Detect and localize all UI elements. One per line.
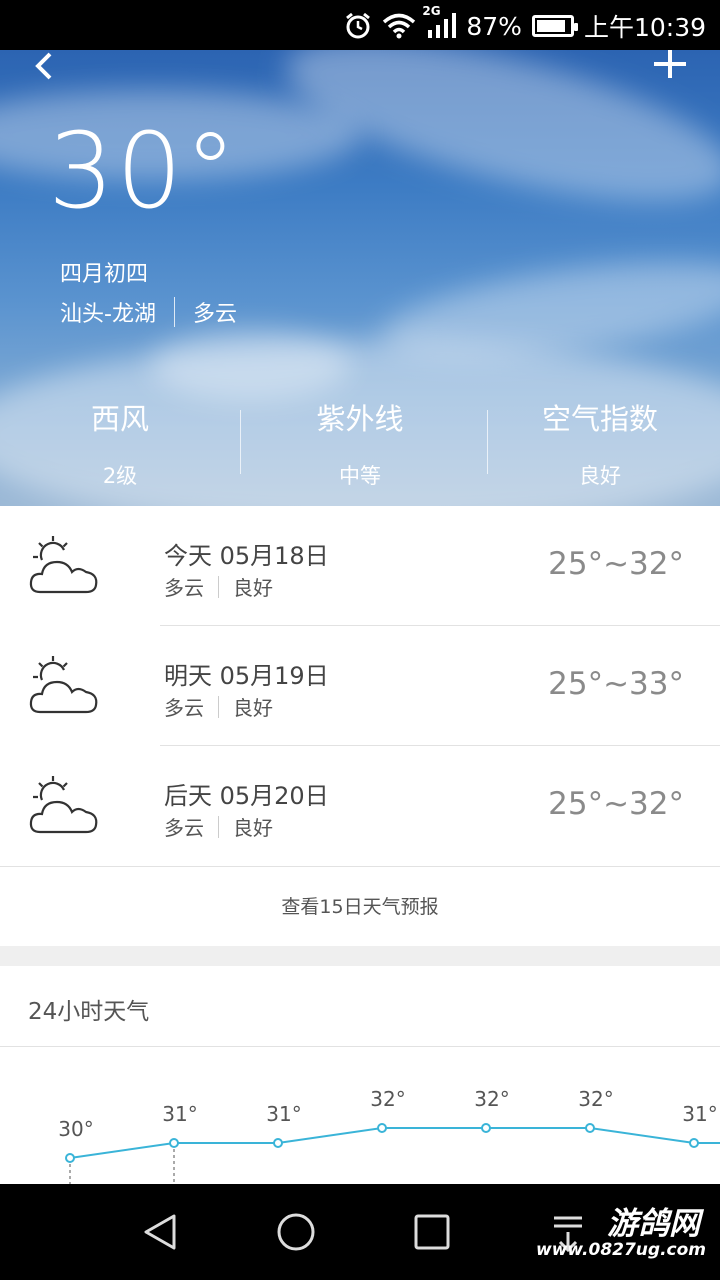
battery-icon	[531, 15, 578, 37]
hourly-temperature-chart[interactable]: 30° 31° 31° 32° 32° 32° 31°	[0, 966, 720, 1184]
forecast-temp-range: 25°~32°	[548, 786, 684, 822]
metric-label: 紫外线	[316, 402, 404, 436]
metric-value: 2级	[102, 464, 138, 488]
battery-percent: 87%	[466, 11, 522, 41]
circle-home-icon	[277, 1213, 315, 1251]
navigation-bar: 游鸽网 www.0827ug.com	[0, 1184, 720, 1280]
temperature-label: 31°	[682, 1102, 717, 1126]
forecast-condition: 多云	[164, 696, 204, 720]
temperature-label: 30°	[58, 1117, 93, 1141]
network-type: 2G	[422, 4, 441, 18]
clock: 上午10:39	[583, 13, 706, 42]
square-recents-icon	[414, 1214, 450, 1250]
forecast-temp-range: 25°~33°	[548, 666, 684, 702]
location-name[interactable]: 汕头-龙湖	[60, 296, 156, 328]
forecast-details: 多云 良好	[164, 572, 273, 601]
nav-home-button[interactable]	[274, 1210, 318, 1254]
status-bar: 2G 87% 上午10:39	[0, 0, 720, 50]
temperature-label: 31°	[266, 1102, 301, 1126]
metric-uv[interactable]: 紫外线 中等	[240, 390, 480, 488]
temperature-label: 32°	[474, 1087, 509, 1111]
add-city-button[interactable]	[650, 50, 690, 90]
weather-hero: 30° 四月初四 汕头-龙湖 多云 西风 2级 紫外线 中等 空气指数 良好	[0, 50, 720, 506]
battery-fill	[536, 20, 565, 32]
divider	[218, 575, 219, 598]
temperature-label: 32°	[578, 1087, 613, 1111]
forecast-air: 良好	[233, 696, 273, 720]
forecast-condition: 多云	[164, 576, 204, 600]
forecast-date: 明天 05月19日	[164, 662, 329, 690]
status-icons: 2G 87% 上午10:39	[344, 4, 706, 46]
temperature-label: 32°	[370, 1087, 405, 1111]
location-row: 汕头-龙湖 多云	[60, 296, 237, 328]
forecast-details: 多云 良好	[164, 692, 273, 721]
metric-label: 西风	[90, 402, 149, 436]
forecast-condition: 多云	[164, 816, 204, 840]
partly-cloudy-icon	[29, 656, 98, 714]
forecast-row-today[interactable]: 今天 05月18日 多云 良好 25°~32°	[0, 506, 720, 626]
section-gap	[0, 946, 720, 966]
current-condition: 多云	[192, 302, 237, 327]
view-15-day-forecast-link[interactable]: 查看15日天气预报	[0, 866, 720, 946]
partly-cloudy-icon	[29, 536, 98, 594]
metric-value: 中等	[339, 464, 381, 488]
forecast-details: 多云 良好	[164, 812, 273, 841]
forecast-row-tomorrow[interactable]: 明天 05月19日 多云 良好 25°~33°	[0, 626, 720, 746]
watermark-url: www.0827ug.com	[536, 1240, 706, 1260]
forecast-air: 良好	[233, 576, 273, 600]
current-temperature: 30°	[48, 110, 239, 232]
metric-label: 空气指数	[541, 402, 658, 436]
temperature-line	[69, 1127, 720, 1159]
forecast-temp-range: 25°~32°	[548, 546, 684, 582]
forecast-list: 今天 05月18日 多云 良好 25°~32° 明天 05月19日 多云 良好 …	[0, 506, 720, 946]
divider	[218, 695, 219, 718]
forecast-row-day-after[interactable]: 后天 05月20日 多云 良好 25°~32°	[0, 746, 720, 866]
nav-back-button[interactable]	[138, 1210, 182, 1254]
temperature-point	[273, 1138, 283, 1148]
watermark-title: 游鸽网	[607, 1206, 700, 1242]
lunar-date: 四月初四	[60, 262, 149, 287]
nav-recents-button[interactable]	[410, 1210, 454, 1254]
temperature-label: 31°	[162, 1102, 197, 1126]
wifi-icon	[382, 13, 416, 39]
temperature-point	[481, 1123, 491, 1133]
forecast-date: 后天 05月20日	[164, 782, 329, 810]
metric-aqi[interactable]: 空气指数 良好	[480, 390, 720, 488]
forecast-air: 良好	[233, 816, 273, 840]
temperature-point	[377, 1123, 387, 1133]
watermark-logo: 游鸽网 www.0827ug.com	[536, 1198, 710, 1270]
divider	[218, 815, 219, 838]
partly-cloudy-icon	[29, 776, 98, 834]
metric-wind[interactable]: 西风 2级	[0, 390, 240, 488]
temperature-point	[585, 1123, 595, 1133]
temperature-point	[65, 1153, 75, 1163]
triangle-back-icon	[144, 1214, 176, 1250]
hourly-weather-section: 24小时天气 30° 31° 31° 32° 32° 32° 31°	[0, 966, 720, 1184]
temperature-point	[169, 1138, 179, 1148]
signal-icon: 2G	[422, 4, 457, 40]
alarm-icon	[344, 12, 372, 40]
plus-icon	[654, 50, 686, 78]
back-button[interactable]	[26, 50, 66, 90]
divider	[173, 297, 175, 327]
metric-value: 良好	[579, 464, 621, 488]
temperature-point	[689, 1138, 699, 1148]
weather-metrics: 西风 2级 紫外线 中等 空气指数 良好	[0, 390, 720, 488]
forecast-date: 今天 05月18日	[164, 542, 329, 570]
